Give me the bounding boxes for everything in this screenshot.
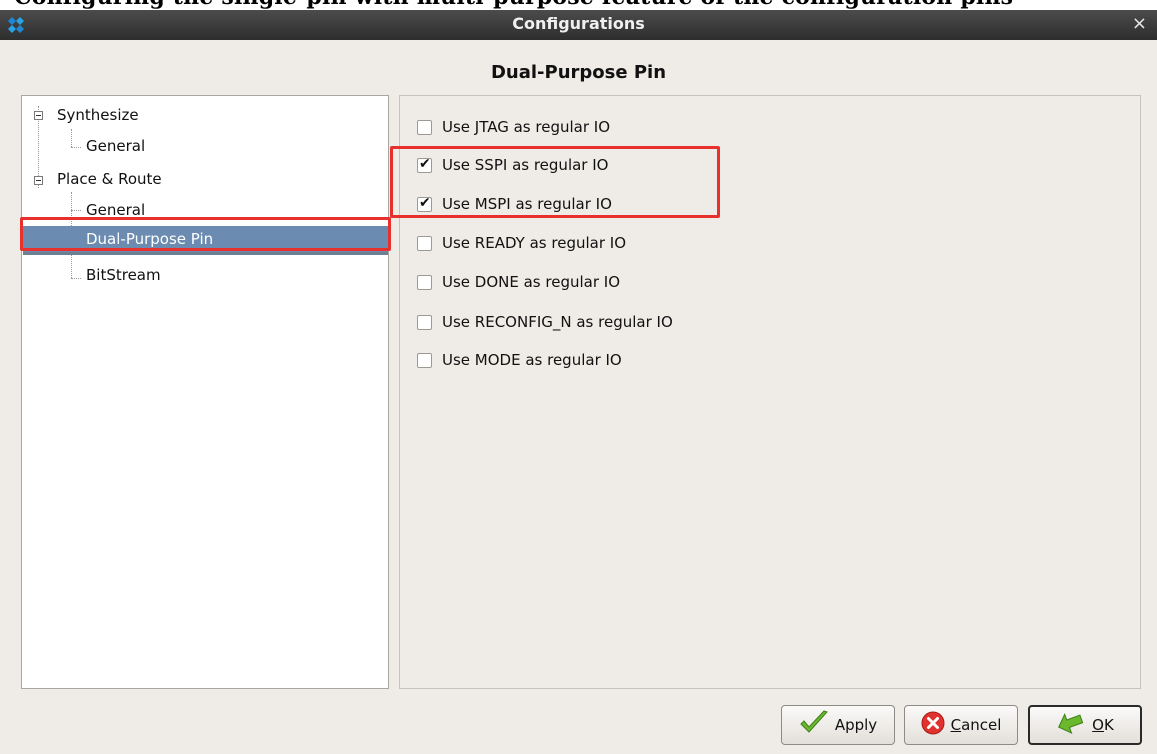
- option-jtag[interactable]: Use JTAG as regular IO: [417, 115, 610, 139]
- tree-item-bitstream[interactable]: BitStream: [86, 266, 161, 284]
- option-reconfig-n[interactable]: Use RECONFIG_N as regular IO: [417, 310, 673, 334]
- document-header-text: Configuring the single-pin with multi-pu…: [14, 0, 1013, 10]
- close-icon[interactable]: ×: [1132, 14, 1147, 34]
- page-title: Dual-Purpose Pin: [490, 62, 667, 83]
- tree-item-synthesize-general[interactable]: General: [86, 137, 145, 155]
- screen: Configuring the single-pin with multi-pu…: [0, 0, 1157, 754]
- tree-item-synthesize[interactable]: Synthesize: [57, 106, 139, 124]
- annotation-highlight-box: [390, 146, 720, 218]
- cancel-icon: [921, 711, 945, 739]
- ok-label: OK: [1092, 716, 1114, 734]
- option-mode[interactable]: Use MODE as regular IO: [417, 348, 622, 372]
- option-label: Use DONE as regular IO: [442, 273, 621, 291]
- option-label: Use MODE as regular IO: [442, 351, 622, 369]
- cancel-label-rest: ancel: [961, 716, 1002, 734]
- checkbox-ready[interactable]: [417, 235, 432, 251]
- tree-connector-line: [71, 129, 72, 147]
- document-header-fragment: Configuring the single-pin with multi-pu…: [0, 0, 1157, 10]
- checkmark-icon: [799, 710, 829, 740]
- ok-mnemonic: O: [1092, 716, 1104, 734]
- tree-connector-line: [71, 278, 81, 279]
- tree-item-place-route[interactable]: Place & Route: [57, 170, 162, 188]
- cancel-label: Cancel: [951, 716, 1002, 734]
- annotation-highlight-box: [20, 217, 391, 251]
- checkbox-reconfig-n[interactable]: [417, 314, 432, 330]
- cancel-button[interactable]: Cancel: [904, 705, 1018, 745]
- tree-selection-underline: [23, 252, 388, 255]
- option-label: Use JTAG as regular IO: [442, 118, 610, 136]
- apply-button[interactable]: Apply: [781, 705, 895, 745]
- window-title: Configurations: [512, 14, 645, 33]
- option-done[interactable]: Use DONE as regular IO: [417, 270, 620, 294]
- checkbox-mode[interactable]: [417, 352, 432, 368]
- window-titlebar[interactable]: Configurations ×: [0, 10, 1157, 40]
- option-ready[interactable]: Use READY as regular IO: [417, 231, 626, 255]
- apply-label: Apply: [834, 716, 878, 734]
- dual-purpose-pin-panel: Use JTAG as regular IO Use SSPI as regul…: [390, 95, 1141, 689]
- ok-label-rest: K: [1103, 716, 1114, 734]
- collapse-icon[interactable]: [34, 111, 43, 120]
- checkbox-done[interactable]: [417, 274, 432, 290]
- ok-arrow-icon: [1056, 711, 1086, 739]
- collapse-icon[interactable]: [34, 176, 43, 185]
- cancel-mnemonic: C: [950, 716, 962, 734]
- tree-connector-line: [71, 210, 81, 211]
- checkbox-jtag[interactable]: [417, 119, 432, 135]
- tree-connector-line: [71, 147, 81, 148]
- settings-tree[interactable]: Synthesize General Place & Route General…: [20, 95, 391, 689]
- configurations-dialog: Dual-Purpose Pin Synthesize General Plac…: [0, 40, 1157, 754]
- option-label: Use READY as regular IO: [442, 234, 627, 252]
- option-label: Use RECONFIG_N as regular IO: [442, 313, 673, 331]
- ok-button[interactable]: OK: [1028, 705, 1142, 745]
